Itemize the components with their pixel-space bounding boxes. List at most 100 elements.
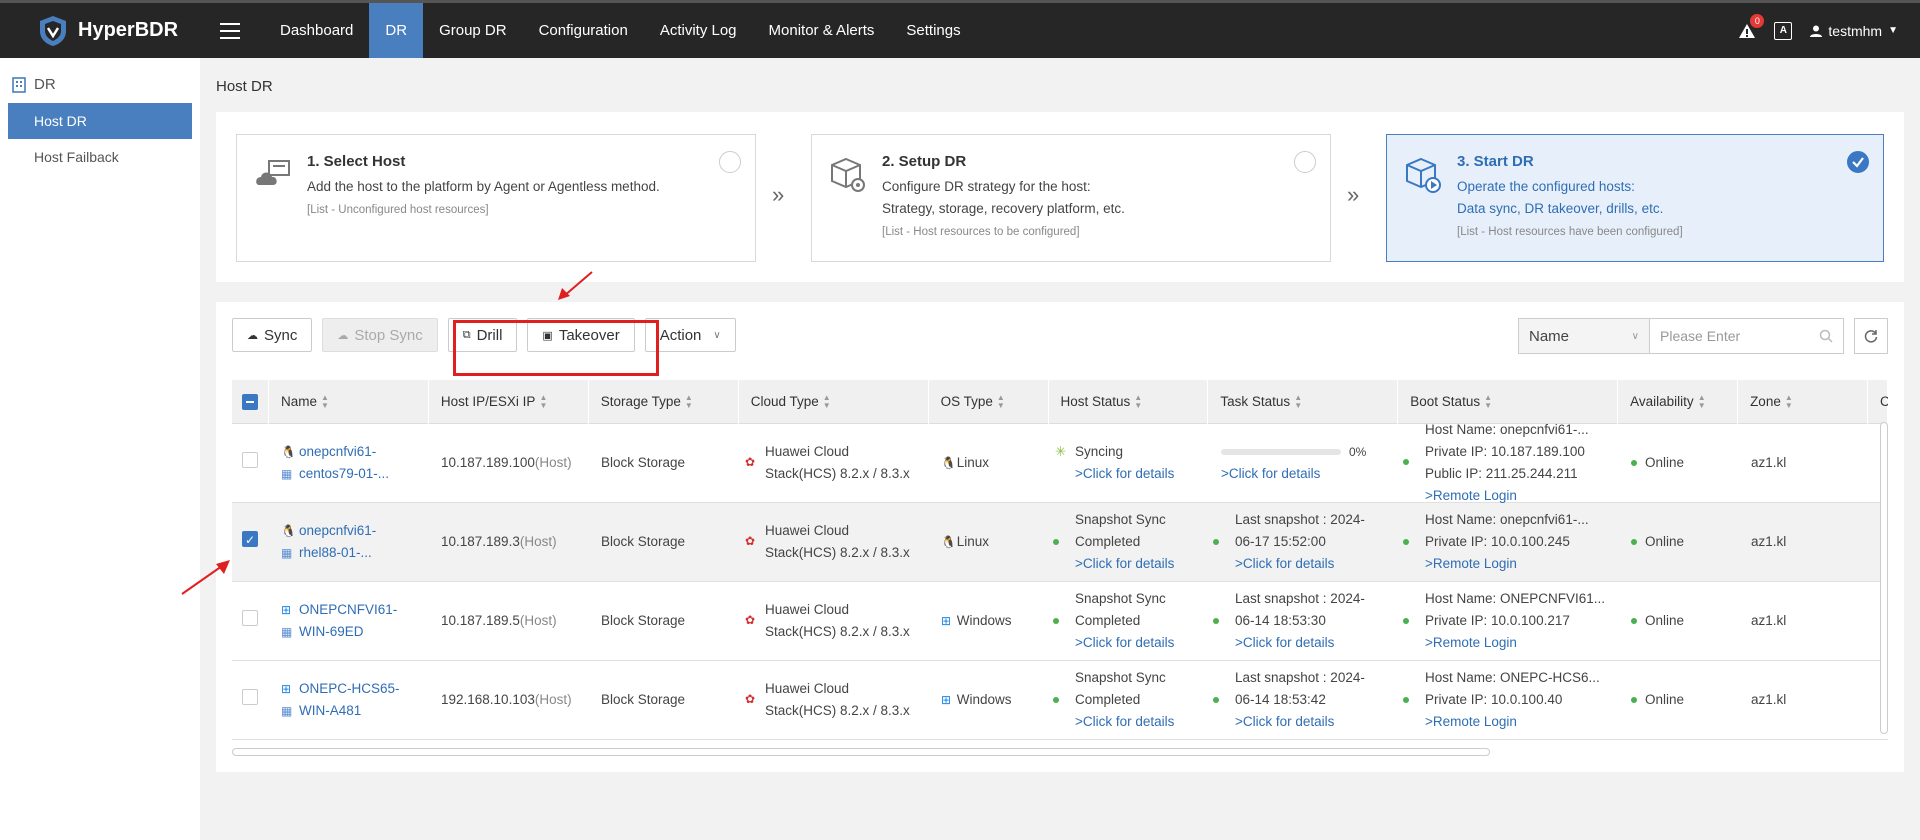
table-row[interactable]: ⊞ ONEPCNFVI61- ▦ WIN-69ED 10.187.189.5(Hos… — [232, 582, 1888, 661]
nav-monitor-alerts[interactable]: Monitor & Alerts — [753, 3, 891, 58]
column-c[interactable]: C — [1868, 380, 1888, 424]
alert-button[interactable]: 0 — [1738, 13, 1765, 40]
language-icon[interactable]: A — [1774, 21, 1793, 40]
remote-login-link[interactable]: >Remote Login — [1425, 714, 1517, 729]
host-name-link-cont[interactable]: WIN-A481 — [299, 700, 361, 722]
sync-button[interactable]: ☁ Sync — [232, 318, 313, 352]
vertical-scrollbar[interactable] — [1880, 422, 1888, 734]
host-name-link[interactable]: onepcnfvi61- — [299, 441, 376, 463]
host-name-link[interactable]: ONEPC-HCS65- — [299, 678, 400, 700]
refresh-button[interactable] — [1854, 318, 1888, 354]
nav-group-dr[interactable]: Group DR — [423, 3, 523, 58]
online-dot — [1631, 697, 1637, 704]
nav-dr[interactable]: DR — [369, 3, 424, 58]
step-select-host[interactable]: 1. Select Host Add the host to the platf… — [236, 134, 756, 262]
task-details-link[interactable]: >Click for details — [1235, 556, 1334, 571]
step-radio[interactable] — [719, 151, 741, 173]
refresh-icon — [1864, 330, 1878, 343]
online-dot — [1631, 539, 1637, 546]
remote-login-link[interactable]: >Remote Login — [1425, 488, 1517, 503]
user-menu[interactable]: testmhm ▼ — [1810, 23, 1898, 39]
row-checkbox-checked[interactable] — [242, 530, 258, 551]
host-status-details-link[interactable]: >Click for details — [1075, 556, 1174, 571]
ip-tag: (Host) — [519, 613, 557, 628]
row-checkbox[interactable] — [242, 609, 258, 626]
stop-sync-button[interactable]: ☁ Stop Sync — [322, 318, 438, 352]
column-task-status[interactable]: Task Status ▲ ▼ — [1208, 380, 1399, 424]
column-zone[interactable]: Zone ▲ ▼ — [1738, 380, 1868, 424]
host-status-details-link[interactable]: >Click for details — [1075, 635, 1174, 650]
status-dot — [1053, 697, 1059, 703]
huawei-icon: ✿ — [745, 692, 756, 706]
shield-logo-icon — [40, 15, 66, 46]
select-all-cell — [232, 380, 269, 424]
menu-toggle-icon[interactable] — [220, 22, 240, 39]
horizontal-scrollbar[interactable] — [232, 748, 1490, 756]
zone: az1.kl — [1751, 692, 1787, 707]
host-name-link-cont[interactable]: WIN-69ED — [299, 621, 364, 643]
cloud-server-icon — [256, 160, 290, 185]
row-checkbox[interactable] — [242, 688, 258, 705]
column-host-ip[interactable]: Host IP/ESXi IP ▲ ▼ — [429, 380, 589, 424]
task-details-link[interactable]: >Click for details — [1235, 635, 1334, 650]
boot-host-name: Host Name: onepcnfvi61-... — [1425, 512, 1589, 527]
task-details-link[interactable]: >Click for details — [1235, 714, 1334, 729]
linux-icon: 🐧 — [941, 456, 956, 470]
host-name-link[interactable]: ONEPCNFVI61- — [299, 599, 397, 621]
step-note: [List - Host resources to be configured] — [882, 226, 1080, 238]
remote-login-link[interactable]: >Remote Login — [1425, 556, 1517, 571]
step-desc: Add the host to the platform by Agent or… — [307, 179, 660, 194]
nav-settings[interactable]: Settings — [890, 3, 976, 58]
table-row[interactable]: 🐧onepcnfvi61- ▦rhel88-01-... 10.187.189.… — [232, 503, 1888, 582]
column-storage-type[interactable]: Storage Type ▲ ▼ — [589, 380, 739, 424]
sidebar-item-host-dr[interactable]: Host DR — [8, 103, 192, 139]
step-radio[interactable] — [1294, 151, 1316, 173]
nav-activity-log[interactable]: Activity Log — [644, 3, 753, 58]
host-status-details-link[interactable]: >Click for details — [1075, 466, 1174, 481]
host-status-details-link[interactable]: >Click for details — [1075, 714, 1174, 729]
nav-configuration[interactable]: Configuration — [523, 3, 644, 58]
sidebar-item-host-failback[interactable]: Host Failback — [8, 139, 192, 175]
step-desc: Configure DR strategy for the host: — [882, 179, 1091, 194]
task-line2: 06-14 18:53:42 — [1235, 692, 1326, 707]
nav-dashboard[interactable]: Dashboard — [264, 3, 369, 58]
column-os-type[interactable]: OS Type ▲ ▼ — [929, 380, 1049, 424]
online-dot — [1631, 460, 1637, 467]
host-name-link-cont[interactable]: rhel88-01-... — [299, 542, 372, 564]
sidebar: DR Host DR Host Failback — [0, 58, 200, 840]
annotation-arrow-up — [558, 271, 593, 300]
host-status-line2: Completed — [1075, 534, 1141, 549]
column-cloud-type[interactable]: Cloud Type ▲ ▼ — [739, 380, 929, 424]
host-status: Snapshot Sync — [1075, 591, 1166, 606]
host-status: Snapshot Sync — [1075, 512, 1166, 527]
storage-type: Block Storage — [601, 613, 686, 628]
table-row[interactable]: 🐧 onepcnfvi61- ▦ centos79-01-... 10.187.18… — [232, 422, 1888, 503]
search-input[interactable]: Please Enter — [1650, 318, 1844, 354]
boot-private-ip: Private IP: 10.0.100.40 — [1425, 692, 1563, 707]
windows-icon: ⊞ — [941, 693, 952, 707]
search-field-select[interactable]: Name ∨ — [1518, 318, 1650, 354]
host-name-link-cont[interactable]: centos79-01-... — [299, 463, 389, 485]
availability: Online — [1645, 534, 1685, 549]
boot-status-dot — [1403, 697, 1409, 703]
column-availability[interactable]: Availability ▲ ▼ — [1618, 380, 1739, 424]
annotation-highlight-box — [453, 320, 659, 376]
cube-gear-icon — [831, 157, 865, 192]
step-setup-dr[interactable]: 2. Setup DR Configure DR strategy for th… — [811, 134, 1331, 262]
table-row[interactable]: ⊞ ONEPC-HCS65- ▦ WIN-A481 192.168.10.103(H… — [232, 661, 1888, 740]
step-start-dr[interactable]: 3. Start DR Operate the configured hosts… — [1386, 134, 1884, 262]
column-host-status[interactable]: Host Status ▲ ▼ — [1049, 380, 1209, 424]
host-name-link[interactable]: onepcnfvi61- — [299, 520, 376, 542]
column-name[interactable]: Name ▲ ▼ — [269, 380, 429, 424]
task-details-link[interactable]: >Click for details — [1221, 463, 1399, 485]
brand-logo[interactable]: HyperBDR — [0, 14, 220, 48]
step-radio-checked[interactable] — [1847, 151, 1869, 173]
cloud-type-line2: Stack(HCS) 8.2.x / 8.3.x — [765, 703, 910, 718]
windows-icon: ⊞ — [281, 682, 292, 696]
host-status-line2: Completed — [1075, 613, 1141, 628]
remote-login-link[interactable]: >Remote Login — [1425, 635, 1517, 650]
select-all-checkbox[interactable] — [242, 393, 258, 410]
column-boot-status[interactable]: Boot Status ▲ ▼ — [1398, 380, 1619, 424]
cloud-type-line1: Huawei Cloud — [765, 681, 850, 696]
row-checkbox[interactable] — [242, 451, 258, 468]
